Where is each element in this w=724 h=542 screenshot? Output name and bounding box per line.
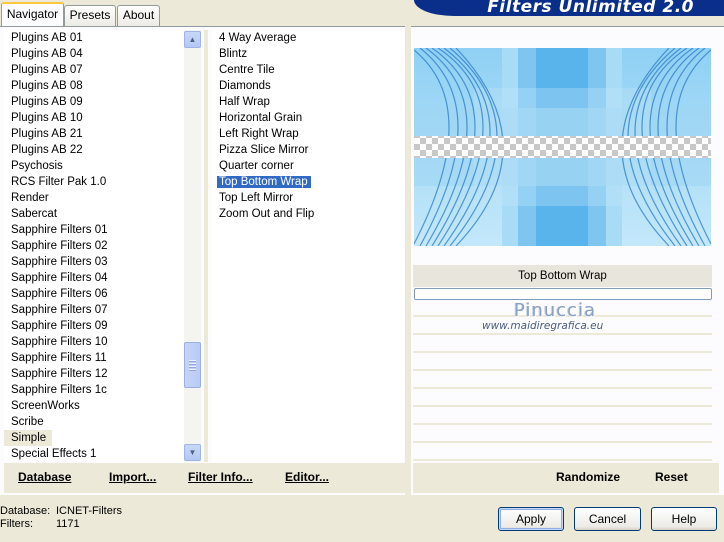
category-list[interactable]: Plugins AB 01 Plugins AB 04 Plugins AB 07 P… (4, 30, 184, 462)
parameter-slot[interactable] (413, 337, 712, 353)
filter-item[interactable]: 4 Way Average (212, 30, 404, 46)
category-item[interactable]: Sapphire Filters 03 (4, 254, 184, 270)
category-item[interactable]: Sabercat (4, 206, 184, 222)
category-item[interactable]: Sapphire Filters 02 (4, 238, 184, 254)
filter-item-label: Blintz (219, 48, 248, 60)
filter-item[interactable]: Half Wrap (212, 94, 404, 110)
category-item[interactable]: Sapphire Filters 06 (4, 286, 184, 302)
filter-item-label: Diamonds (219, 80, 271, 92)
filter-info-button[interactable]: Filter Info... (188, 470, 253, 484)
editor-button[interactable]: Editor... (285, 470, 329, 484)
filter-item-label: Left Right Wrap (219, 128, 299, 140)
database-status-label: Database: (0, 505, 51, 517)
filter-item-label: Centre Tile (219, 64, 275, 76)
category-item[interactable]: Plugins AB 10 (4, 110, 184, 126)
category-item[interactable]: Sapphire Filters 01 (4, 222, 184, 238)
category-scrollbar[interactable]: ▲ ▼ (184, 30, 201, 462)
parameter-slot[interactable] (413, 373, 712, 389)
filter-item[interactable]: Top Left Mirror (212, 190, 404, 206)
right-toolbar: Randomize Reset (413, 463, 719, 493)
scroll-down-arrow-icon[interactable]: ▼ (184, 444, 201, 461)
left-toolbar: Database Import... Filter Info... Editor… (4, 463, 406, 493)
filter-item-label: Zoom Out and Flip (219, 208, 315, 220)
filter-item[interactable]: Left Right Wrap (212, 126, 404, 142)
parameter-slot[interactable] (413, 355, 712, 371)
category-item[interactable]: Simple (4, 430, 53, 446)
randomize-button[interactable]: Randomize (556, 470, 620, 484)
title-banner: Filters Unlimited 2.0 (414, 0, 724, 16)
parameter-slot[interactable] (413, 409, 712, 425)
category-item[interactable]: Render (4, 190, 184, 206)
filter-item-label: Top Bottom Wrap (217, 176, 311, 188)
category-item[interactable]: Plugins AB 21 (4, 126, 184, 142)
filter-item-label: Top Left Mirror (219, 192, 294, 204)
category-item[interactable]: Sapphire Filters 12 (4, 366, 184, 382)
filters-count-value: 1171 (56, 518, 80, 530)
filter-item[interactable]: Pizza Slice Mirror (212, 142, 404, 158)
category-item[interactable]: RCS Filter Pak 1.0 (4, 174, 184, 190)
database-button[interactable]: Database (18, 470, 71, 484)
tab-navigator[interactable]: Navigator (1, 2, 64, 26)
reset-button[interactable]: Reset (655, 470, 688, 484)
category-item[interactable]: Sapphire Filters 10 (4, 334, 184, 350)
watermark-url: www.maidiregrafica.eu (482, 320, 604, 332)
filter-item-label: Quarter corner (219, 160, 294, 172)
category-item[interactable]: ScreenWorks (4, 398, 184, 414)
cancel-button[interactable]: Cancel (574, 507, 641, 531)
category-item[interactable]: Plugins AB 09 (4, 94, 184, 110)
filter-name-label: Top Bottom Wrap (413, 265, 712, 287)
import-button[interactable]: Import... (109, 470, 156, 484)
status-area: Database: ICNET-Filters Filters: 1171 (0, 505, 122, 531)
apply-button[interactable]: Apply (498, 507, 564, 531)
filter-item-label: Half Wrap (219, 96, 270, 108)
watermark-name: Pinuccia (514, 300, 597, 321)
app-title: Filters Unlimited 2.0 (487, 0, 694, 16)
category-item[interactable]: Plugins AB 07 (4, 62, 184, 78)
filter-item-label: 4 Way Average (219, 32, 297, 44)
filter-item[interactable]: Zoom Out and Flip (212, 206, 404, 222)
category-item[interactable]: Special Effects 1 (4, 446, 184, 462)
parameter-slot[interactable] (413, 391, 712, 407)
filter-item[interactable]: Blintz (212, 46, 404, 62)
filters-count-label: Filters: (0, 518, 33, 530)
filter-item[interactable]: Horizontal Grain (212, 110, 404, 126)
list-separator (204, 30, 208, 462)
category-item[interactable]: Sapphire Filters 07 (4, 302, 184, 318)
tab-presets[interactable]: Presets (64, 5, 116, 26)
category-item[interactable]: Plugins AB 08 (4, 78, 184, 94)
category-item[interactable]: Plugins AB 01 (4, 30, 184, 46)
filter-item[interactable]: Centre Tile (212, 62, 404, 78)
category-item[interactable]: Sapphire Filters 11 (4, 350, 184, 366)
category-item[interactable]: Psychosis (4, 158, 184, 174)
tab-about[interactable]: About (117, 5, 160, 26)
category-item[interactable]: Plugins AB 22 (4, 142, 184, 158)
parameter-slot[interactable] (413, 427, 712, 443)
category-item[interactable]: Sapphire Filters 09 (4, 318, 184, 334)
filter-item[interactable]: Quarter corner (212, 158, 404, 174)
category-item[interactable]: Sapphire Filters 1c (4, 382, 184, 398)
filter-preview-image (414, 48, 711, 246)
progress-bar (414, 288, 712, 300)
scroll-up-arrow-icon[interactable]: ▲ (184, 31, 201, 48)
filter-item[interactable]: Diamonds (212, 78, 404, 94)
filter-item[interactable]: Top Bottom Wrap (212, 174, 404, 190)
database-status-value: ICNET-Filters (56, 505, 122, 517)
category-item[interactable]: Plugins AB 04 (4, 46, 184, 62)
filter-list[interactable]: 4 Way Average Blintz Centre Tile Diamonds Ha… (212, 30, 404, 462)
scroll-thumb[interactable] (184, 342, 201, 388)
category-item[interactable]: Sapphire Filters 04 (4, 270, 184, 286)
category-item[interactable]: Scribe (4, 414, 184, 430)
filter-item-label: Horizontal Grain (219, 112, 303, 124)
filter-item-label: Pizza Slice Mirror (219, 144, 309, 156)
panel-separator (405, 26, 411, 495)
help-button[interactable]: Help (651, 507, 717, 531)
parameter-slot[interactable] (413, 445, 712, 461)
